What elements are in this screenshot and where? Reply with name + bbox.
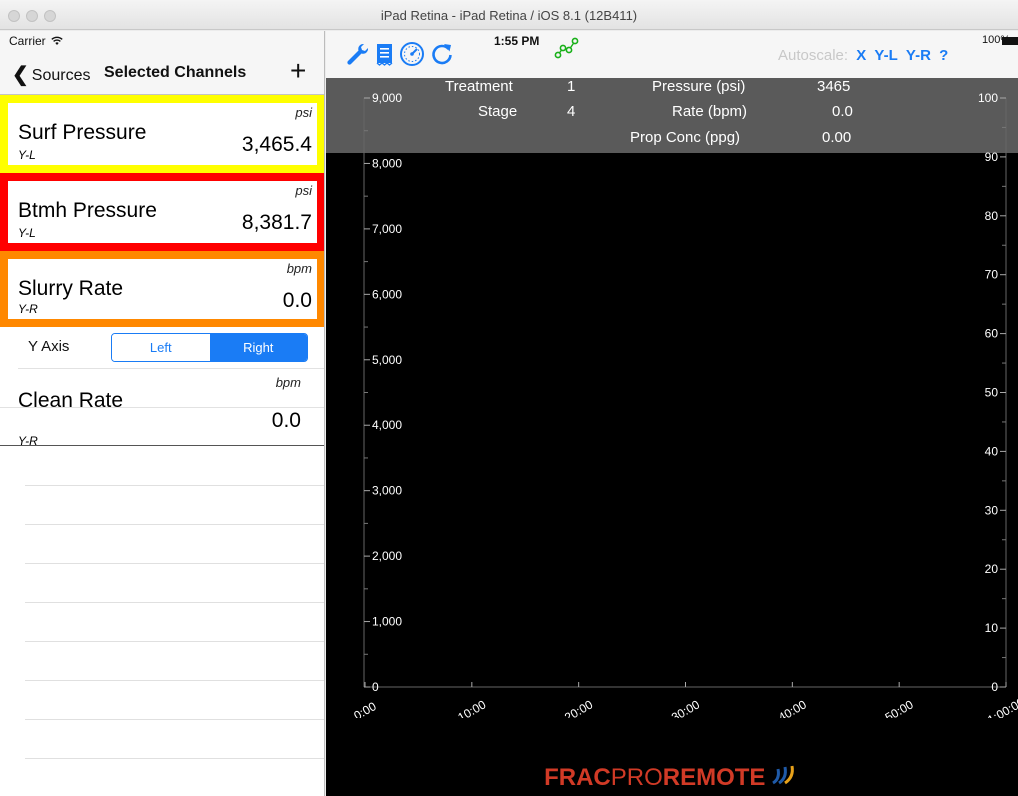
battery-icon bbox=[1002, 37, 1018, 45]
y-right-tick-label: 0 bbox=[991, 680, 998, 694]
x-tick-label: 1:00:00 bbox=[985, 695, 1018, 718]
autoscale-label: Autoscale: bbox=[778, 47, 849, 64]
nav-title: Selected Channels bbox=[104, 64, 247, 81]
y-axis-selector-row: Y Axis Left Right bbox=[0, 327, 324, 368]
y-right-tick-label: 20 bbox=[985, 562, 999, 576]
chart-toolbar: 1:55 PM Autoscale: X Y-L Y-R ? 100% bbox=[326, 31, 1018, 78]
help-button[interactable]: ? bbox=[939, 47, 948, 64]
y-right-tick-label: 80 bbox=[985, 209, 999, 223]
y-axis-segmented-control[interactable]: Left Right bbox=[111, 333, 308, 362]
channel-name: Slurry Rate bbox=[18, 277, 124, 300]
channel-name: Btmh Pressure bbox=[18, 199, 157, 222]
channel-unit: bpm bbox=[275, 375, 301, 390]
y-right-tick-label: 10 bbox=[985, 621, 999, 635]
wrench-icon[interactable] bbox=[344, 41, 370, 67]
x-tick-label: 0:00 bbox=[351, 699, 379, 718]
channel-value: 0.0 bbox=[282, 289, 312, 312]
list-separator bbox=[25, 680, 324, 681]
wifi-icon bbox=[51, 36, 63, 45]
y-axis-left-option[interactable]: Left bbox=[112, 334, 210, 361]
channel-value: 8,381.7 bbox=[241, 211, 312, 234]
time-series-chart[interactable]: 0 1,000 2,000 3,000 4,000 5,000 6,000 7,000 8,00… bbox=[326, 78, 1018, 718]
chevron-left-icon: ❮ bbox=[12, 64, 29, 86]
channels-panel: Carrier ❮ Sources Selected Channels + psi… bbox=[0, 31, 325, 796]
y-left-tick-label: 2,000 bbox=[372, 549, 402, 563]
y-left-tick-label: 7,000 bbox=[372, 222, 402, 236]
y-right-tick-label: 90 bbox=[985, 150, 999, 164]
y-left-tick-label: 4,000 bbox=[372, 418, 402, 432]
fracpro-remote-logo: FRACPROREMOTE bbox=[326, 764, 1018, 796]
y-right-tick-label: 40 bbox=[985, 444, 999, 458]
channel-name: Surf Pressure bbox=[18, 121, 147, 144]
y-left-tick-label: 3,000 bbox=[372, 484, 402, 498]
y-right-tick-label: 70 bbox=[985, 268, 999, 282]
window-title: iPad Retina - iPad Retina / iOS 8.1 (12B… bbox=[380, 8, 638, 23]
back-button[interactable]: ❮ Sources bbox=[12, 62, 90, 87]
graph-nodes-icon[interactable] bbox=[554, 35, 580, 61]
back-button-label: Sources bbox=[31, 67, 91, 84]
y-left-tick-label: 9,000 bbox=[372, 91, 402, 105]
x-tick-label: 30:00 bbox=[669, 697, 702, 718]
x-tick-label: 20:00 bbox=[562, 697, 595, 718]
logo-frac: FRAC bbox=[544, 764, 611, 791]
channel-axis: Y-L bbox=[18, 148, 36, 162]
list-separator bbox=[25, 485, 324, 486]
channel-row-surf-pressure[interactable]: psi Surf Pressure 3,465.4 Y-L bbox=[0, 95, 324, 173]
y-axis-right-option[interactable]: Right bbox=[209, 334, 307, 361]
logo-remote: REMOTE bbox=[662, 764, 766, 791]
channel-value: 3,465.4 bbox=[241, 133, 312, 156]
x-tick-label: 40:00 bbox=[776, 697, 809, 718]
y-right-tick-label: 50 bbox=[985, 386, 999, 400]
autoscale-yl-button[interactable]: Y-L bbox=[874, 47, 897, 64]
status-time: 1:55 PM bbox=[494, 34, 540, 48]
report-icon[interactable] bbox=[372, 41, 398, 67]
list-separator bbox=[25, 758, 324, 759]
autoscale-controls: Autoscale: X Y-L Y-R ? bbox=[778, 47, 948, 64]
y-right-tick-label: 30 bbox=[985, 503, 999, 517]
row-divider bbox=[18, 368, 324, 369]
nav-bar: ❮ Sources Selected Channels + bbox=[0, 53, 324, 95]
channel-unit: psi bbox=[295, 105, 312, 120]
y-left-tick-label: 0 bbox=[372, 680, 379, 694]
channel-axis: Y-R bbox=[18, 302, 38, 316]
channel-value: 0.0 bbox=[271, 409, 301, 432]
channel-row-slurry-rate[interactable]: bpm Slurry Rate 0.0 Y-R bbox=[0, 251, 324, 327]
channel-unit: bpm bbox=[286, 261, 312, 276]
carrier-label: Carrier bbox=[9, 34, 46, 48]
y-left-tick-label: 8,000 bbox=[372, 156, 402, 170]
list-separator bbox=[25, 524, 324, 525]
y-left-tick-label: 1,000 bbox=[372, 615, 402, 629]
autoscale-x-button[interactable]: X bbox=[856, 47, 866, 64]
empty-list-area bbox=[0, 445, 324, 796]
y-right-tick-label: 100 bbox=[978, 91, 998, 105]
list-separator bbox=[25, 641, 324, 642]
carrier-indicator: Carrier bbox=[9, 34, 63, 48]
y-left-tick-label: 5,000 bbox=[372, 353, 402, 367]
logo-pro: PRO bbox=[610, 764, 663, 791]
signal-waves-icon bbox=[772, 765, 794, 785]
channel-name: Clean Rate bbox=[18, 389, 124, 412]
gauge-icon[interactable] bbox=[399, 41, 425, 67]
chart-panel: 1:55 PM Autoscale: X Y-L Y-R ? 100% Trea… bbox=[326, 31, 1018, 796]
status-bar-left: Carrier bbox=[0, 31, 324, 53]
add-channel-button[interactable]: + bbox=[290, 55, 306, 87]
y-right-tick-label: 60 bbox=[985, 327, 999, 341]
x-tick-label: 10:00 bbox=[455, 697, 488, 718]
list-separator bbox=[25, 563, 324, 564]
y-left-tick-label: 6,000 bbox=[372, 287, 402, 301]
channel-row-clean-rate[interactable]: bpm Clean Rate 0.0 Y-R bbox=[0, 368, 324, 448]
list-separator bbox=[25, 719, 324, 720]
row-divider bbox=[0, 407, 324, 408]
x-tick-label: 50:00 bbox=[883, 697, 916, 718]
y-axis-label: Y Axis bbox=[28, 338, 70, 355]
simulator-titlebar: iPad Retina - iPad Retina / iOS 8.1 (12B… bbox=[0, 0, 1018, 30]
list-separator bbox=[25, 602, 324, 603]
channel-axis: Y-L bbox=[18, 226, 36, 240]
autoscale-yr-button[interactable]: Y-R bbox=[906, 47, 931, 64]
refresh-icon[interactable] bbox=[429, 41, 455, 67]
channel-row-btmh-pressure[interactable]: psi Btmh Pressure 8,381.7 Y-L bbox=[0, 173, 324, 251]
channel-unit: psi bbox=[295, 183, 312, 198]
chart-svg: 0 1,000 2,000 3,000 4,000 5,000 6,000 7,000 8,00… bbox=[351, 91, 1018, 718]
